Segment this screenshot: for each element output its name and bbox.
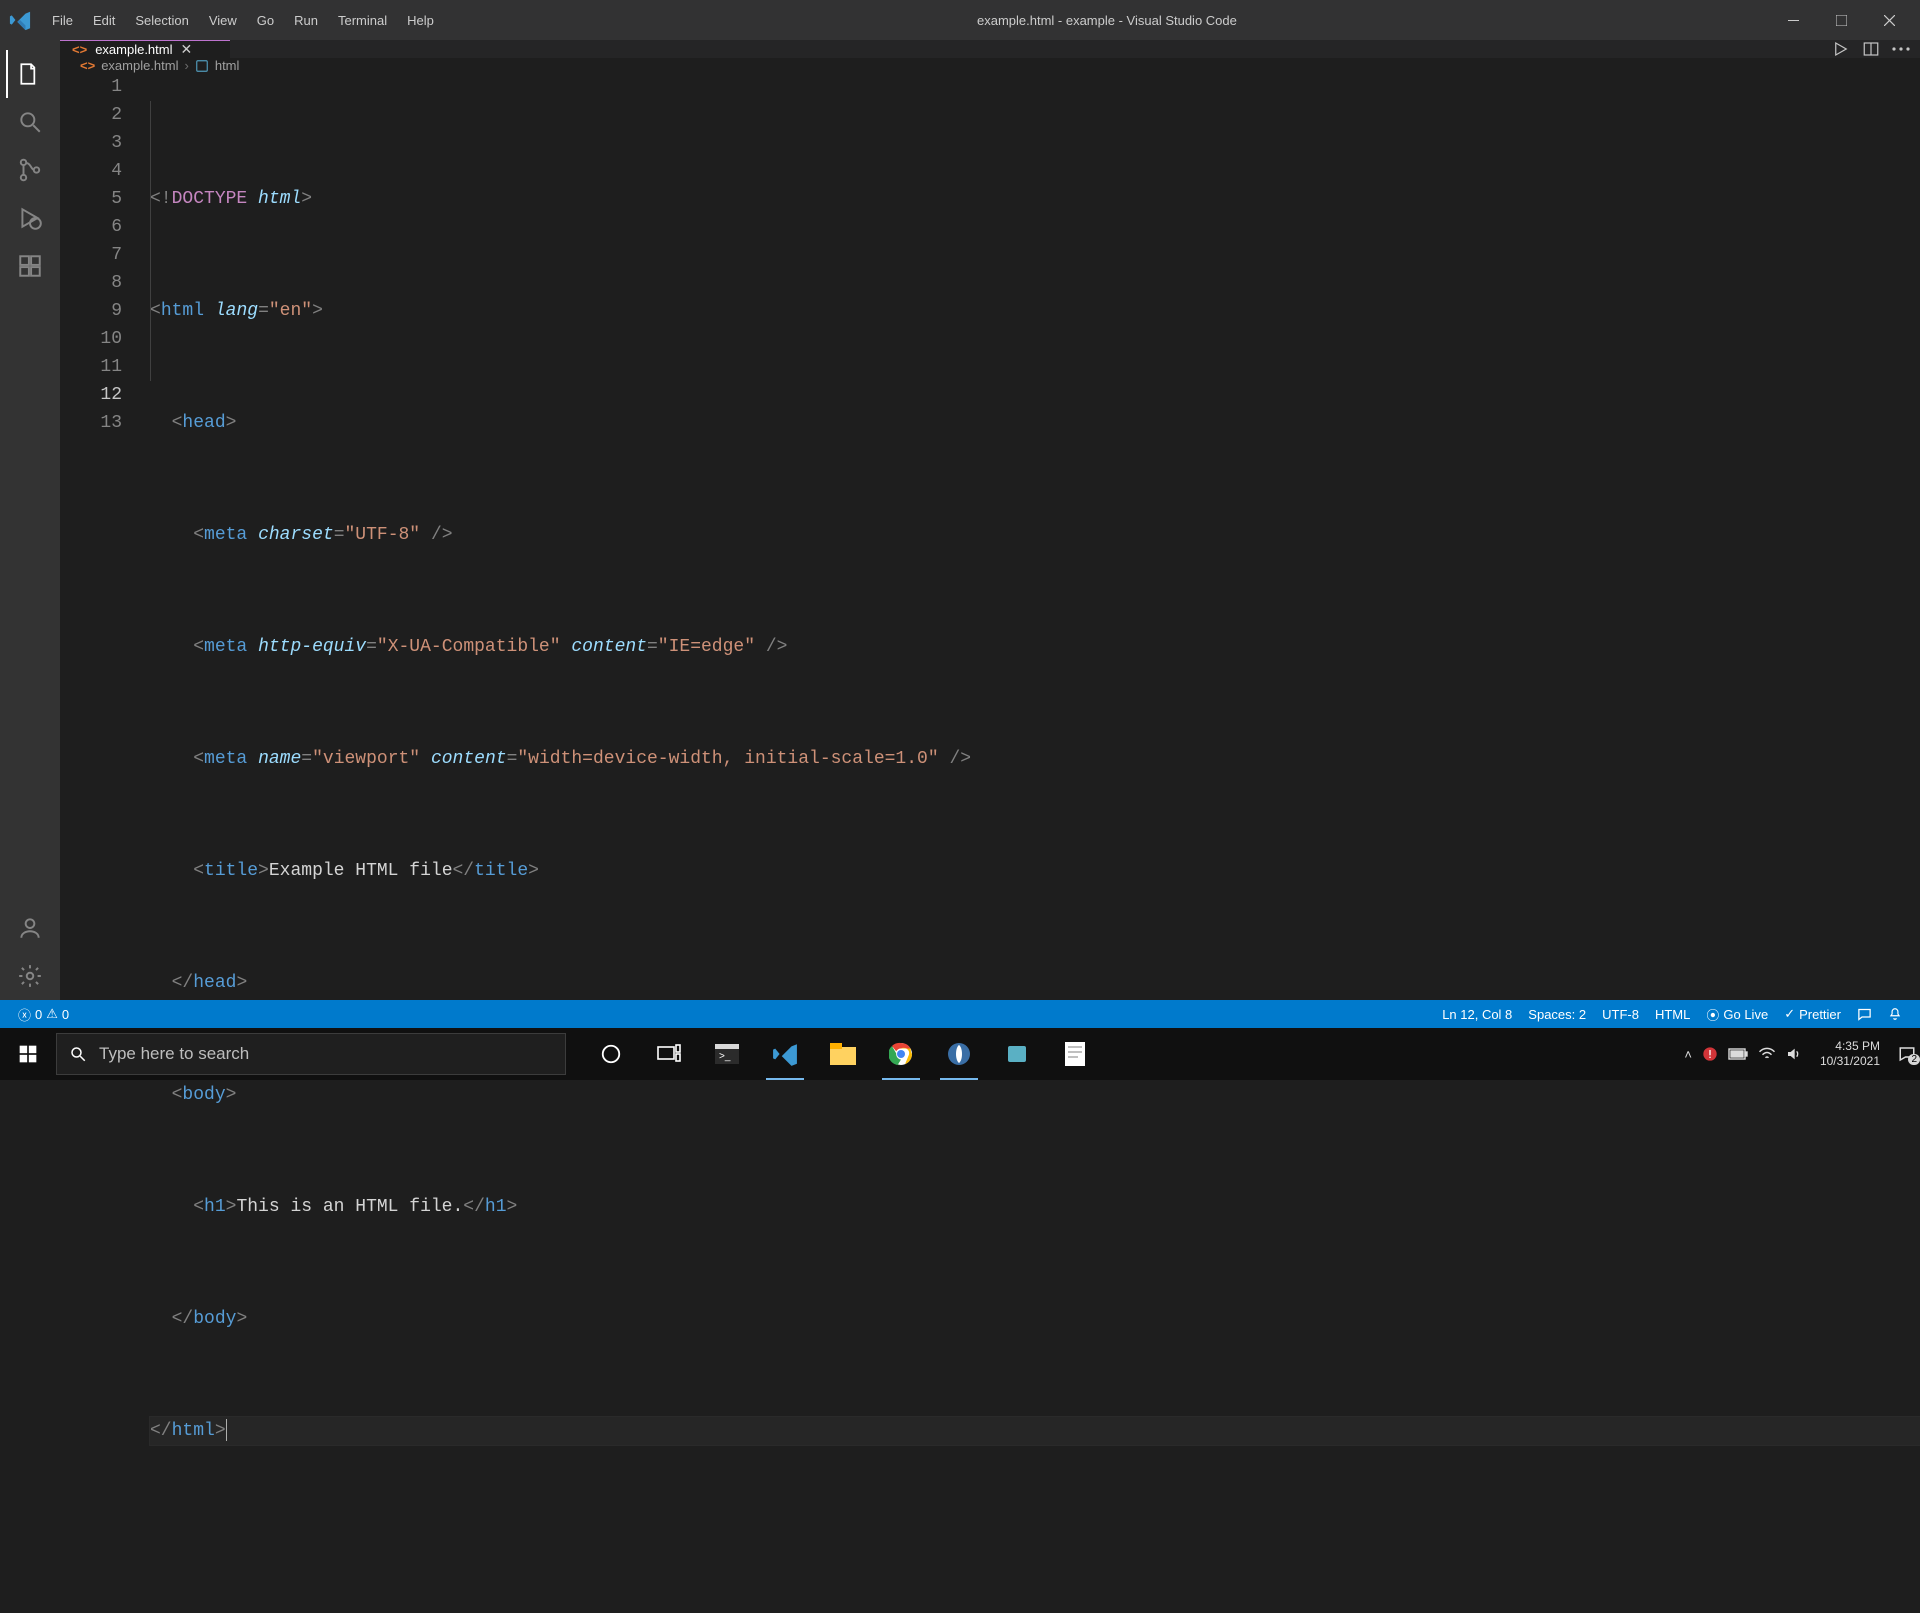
window-controls: [1770, 4, 1912, 36]
breadcrumb[interactable]: <> example.html › html: [60, 58, 1920, 73]
editor-actions: [1832, 40, 1920, 58]
source-control-icon[interactable]: [6, 146, 54, 194]
tab-bar: <> example.html ✕: [60, 40, 1920, 58]
extensions-icon[interactable]: [6, 242, 54, 290]
vscode-logo-icon: [8, 8, 32, 32]
run-file-icon[interactable]: [1832, 40, 1850, 58]
warning-icon: ⚠: [46, 1006, 58, 1022]
menu-help[interactable]: Help: [397, 7, 444, 34]
menubar: File Edit Selection View Go Run Terminal…: [42, 7, 444, 34]
breadcrumb-file[interactable]: example.html: [101, 58, 178, 73]
menu-terminal[interactable]: Terminal: [328, 7, 397, 34]
tab-close-icon[interactable]: ✕: [181, 41, 193, 58]
account-icon[interactable]: [6, 904, 54, 952]
menu-edit[interactable]: Edit: [83, 7, 125, 34]
tab-example-html[interactable]: <> example.html ✕: [60, 40, 230, 58]
window-title: example.html - example - Visual Studio C…: [444, 13, 1770, 28]
chrome-app-icon[interactable]: [872, 1028, 930, 1080]
chevron-right-icon: ›: [185, 58, 189, 73]
terminal-app-icon[interactable]: >_: [698, 1028, 756, 1080]
code-editor[interactable]: 1234 5678 910111213 <!DOCTYPE html> <htm…: [60, 73, 1920, 1613]
breadcrumb-symbol[interactable]: html: [215, 58, 240, 73]
code-content[interactable]: <!DOCTYPE html> <html lang="en"> <head> …: [150, 73, 1920, 1613]
symbol-icon: [195, 59, 209, 73]
run-debug-icon[interactable]: [6, 194, 54, 242]
vscode-app-icon[interactable]: [756, 1028, 814, 1080]
explorer-icon[interactable]: [6, 50, 54, 98]
menu-selection[interactable]: Selection: [125, 7, 198, 34]
line-number-gutter: 1234 5678 910111213: [60, 73, 150, 1613]
close-button[interactable]: [1866, 4, 1912, 36]
start-button[interactable]: [0, 1028, 56, 1080]
maximize-button[interactable]: [1818, 4, 1864, 36]
activity-bar: [0, 40, 60, 1000]
titlebar: File Edit Selection View Go Run Terminal…: [0, 0, 1920, 40]
search-icon[interactable]: [6, 98, 54, 146]
menu-go[interactable]: Go: [247, 7, 284, 34]
menu-file[interactable]: File: [42, 7, 83, 34]
notification-badge: 2: [1908, 1054, 1920, 1065]
settings-gear-icon[interactable]: [6, 952, 54, 1000]
error-icon: ⓧ: [18, 1005, 31, 1024]
editor-group: <> example.html ✕ <> example.html › html…: [60, 40, 1920, 1000]
text-cursor: [226, 1419, 227, 1441]
app-icon-2[interactable]: [988, 1028, 1046, 1080]
html-file-icon: <>: [72, 42, 87, 57]
minimize-button[interactable]: [1770, 4, 1816, 36]
tab-label: example.html: [95, 42, 172, 57]
cortana-icon[interactable]: [582, 1028, 640, 1080]
action-center-icon[interactable]: 2: [1898, 1045, 1916, 1063]
html-file-icon: <>: [80, 58, 95, 73]
svg-text:>_: >_: [719, 1051, 731, 1062]
menu-view[interactable]: View: [199, 7, 247, 34]
error-count: 0: [35, 1007, 42, 1022]
more-actions-icon[interactable]: [1892, 47, 1910, 51]
split-editor-icon[interactable]: [1862, 40, 1880, 58]
file-explorer-app-icon[interactable]: [814, 1028, 872, 1080]
workbench: <> example.html ✕ <> example.html › html…: [0, 40, 1920, 1000]
menu-run[interactable]: Run: [284, 7, 328, 34]
task-view-icon[interactable]: [640, 1028, 698, 1080]
app-icon-3[interactable]: [1046, 1028, 1104, 1080]
app-icon-1[interactable]: [930, 1028, 988, 1080]
